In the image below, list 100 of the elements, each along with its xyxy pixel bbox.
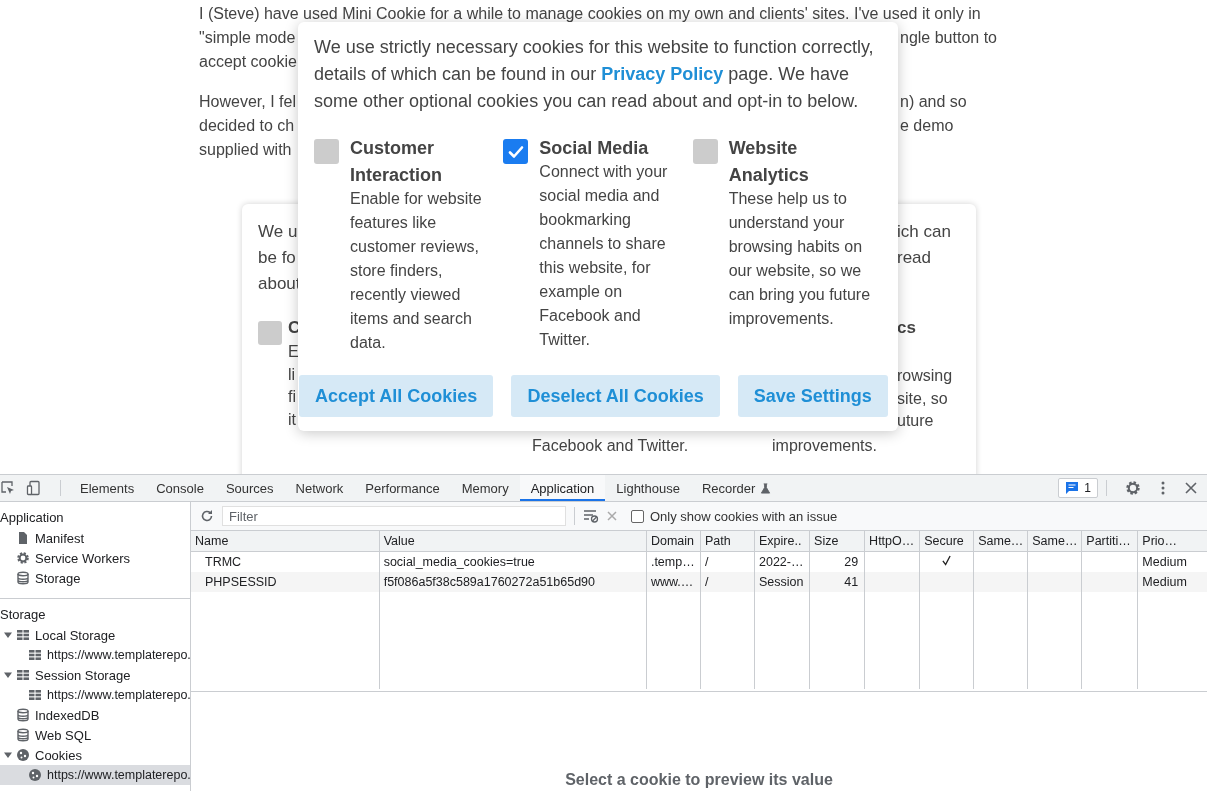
sidebar-item[interactable]: Session Storage	[0, 665, 190, 685]
message-icon	[1065, 481, 1080, 495]
table-cell: /	[704, 555, 709, 569]
table-cell: .temp…	[650, 555, 695, 569]
devtools-tab[interactable]: Console	[145, 475, 215, 501]
checkbox[interactable]	[258, 321, 282, 345]
sidebar-item[interactable]: Manifest	[0, 528, 190, 548]
database-icon	[16, 571, 30, 585]
banner-text: We u	[258, 221, 299, 243]
table-cell: 41	[844, 575, 859, 589]
option-text: rowsing	[897, 366, 953, 386]
section-heading: Storage	[0, 606, 47, 624]
article-text: e demo	[900, 116, 954, 136]
gear-icon	[16, 551, 30, 565]
cookie-icon	[28, 768, 42, 782]
devtools-tab[interactable]: Network	[284, 475, 355, 501]
table-cell: 29	[844, 555, 859, 569]
inspect-icon[interactable]	[0, 480, 16, 496]
table-cell: f5f086a5f38c589a1760272a51b65d90	[383, 575, 595, 589]
grid-icon	[16, 628, 30, 642]
banner-text: read	[897, 247, 933, 269]
sidebar-item[interactable]: Storage	[0, 568, 190, 588]
cookie-icon	[16, 748, 30, 762]
table-cell: /	[704, 575, 709, 589]
option-text: E	[288, 342, 300, 362]
expand-arrow-icon[interactable]	[4, 751, 12, 759]
filter-field[interactable]: Filter	[222, 506, 566, 526]
privacy-policy-link[interactable]: Privacy Policy	[601, 64, 724, 84]
banner-text: be fo	[258, 247, 297, 269]
article-text: n) and so	[900, 92, 967, 112]
sidebar-item[interactable]: Local Storage	[0, 625, 190, 645]
table-cell: Medium	[1142, 575, 1187, 589]
checkbox[interactable]	[314, 139, 339, 164]
option-text: it	[288, 410, 297, 431]
checkbox[interactable]	[631, 509, 644, 523]
database-icon	[16, 708, 30, 722]
grid-icon	[16, 668, 30, 682]
table-cell: 2022-…	[759, 555, 804, 569]
expand-arrow-icon[interactable]	[4, 671, 12, 679]
article-text: decided to ch	[199, 116, 295, 136]
issues-badge[interactable]: 1	[1058, 478, 1098, 498]
devtools-tab[interactable]: Memory	[450, 475, 520, 501]
device-icon[interactable]	[26, 480, 42, 496]
file-icon	[16, 531, 30, 545]
close-icon[interactable]	[1185, 482, 1197, 494]
option-text: Facebook and Twitter.	[532, 437, 689, 455]
article-text: accept cookie	[199, 52, 297, 72]
devtools-tab[interactable]: Performance	[354, 475, 451, 501]
option-title: Customer Interaction	[350, 137, 443, 187]
option-text: uture	[897, 411, 935, 432]
article-text: supplied with	[199, 140, 292, 160]
banner-text: We use strictly necessary cookies for this website to function correctly, details of which can be found in our Privacy Policy page. We have some other optional cookies you can read about and opt-in to below.	[314, 36, 875, 113]
flask-icon	[760, 482, 772, 494]
grid-icon	[28, 648, 42, 662]
article-text: However, I fel	[199, 92, 296, 112]
sidebar-item[interactable]: https://www.templaterepo.	[0, 685, 190, 705]
devtools-tab[interactable]: Recorder	[690, 475, 783, 501]
grid-icon	[28, 688, 42, 702]
checkbox[interactable]	[692, 139, 718, 164]
option-title: Social Media	[539, 137, 650, 160]
column-header[interactable]: Value	[383, 534, 415, 548]
sidebar-item[interactable]: Service Workers	[0, 548, 190, 568]
database-icon	[16, 728, 30, 742]
devtools-tab[interactable]: Lighthouse	[605, 475, 691, 501]
table-cell: PHPSESSID	[205, 575, 277, 589]
refresh-icon[interactable]	[200, 509, 214, 523]
option-description: Connect with your social media and bookmarking channels to share this website, for example on Facebook and Twitter.	[539, 162, 669, 350]
table-cell: Session	[759, 575, 804, 589]
preview-hint: Select a cookie to preview its value	[565, 771, 833, 789]
article-text: "simple mode	[199, 28, 296, 48]
sidebar-item[interactable]: IndexedDB	[0, 705, 190, 725]
sidebar-item[interactable]: Web SQL	[0, 725, 190, 745]
table-cell: Medium	[1142, 555, 1187, 569]
devtools-tab[interactable]: Sources	[214, 475, 285, 501]
checkbox[interactable]	[503, 139, 529, 164]
table-cell: www.…	[650, 575, 694, 589]
expand-arrow-icon[interactable]	[4, 631, 12, 639]
checkbox-label: Only show cookies with an issue	[650, 508, 838, 524]
section-heading: Application	[0, 509, 65, 527]
option-text: fi	[288, 387, 297, 408]
article-text: ngle button to	[900, 28, 997, 48]
settings-icon[interactable]	[1125, 480, 1141, 496]
sidebar-item[interactable]: https://www.templaterepo.	[0, 765, 190, 785]
option-description: Enable for website features like customer reviews, store finders, recently viewed items and search data.	[350, 189, 483, 353]
devtools-tab[interactable]: Application	[519, 475, 606, 501]
option-text: site, so	[897, 388, 949, 409]
column-header[interactable]: Name	[195, 534, 229, 548]
option-description: These help us to understand your browsing habits on our website, so we can bring you future improvements.	[728, 189, 872, 329]
devtools-tab[interactable]: Elements	[69, 475, 146, 501]
option-text: li	[288, 364, 297, 385]
option-title: cs	[897, 317, 917, 339]
banner-text: ich can	[897, 221, 951, 243]
option-text: improvements.	[772, 437, 877, 455]
option-title: Website Analytics	[728, 137, 810, 187]
check-icon	[942, 555, 952, 566]
more-icon[interactable]	[1161, 480, 1165, 496]
sidebar-item[interactable]: https://www.templaterepo.	[0, 645, 190, 665]
sidebar-item[interactable]: Cookies	[0, 745, 190, 765]
clear-filter-icon[interactable]	[583, 509, 599, 523]
table-cell: social_media_cookies=true	[383, 555, 535, 569]
